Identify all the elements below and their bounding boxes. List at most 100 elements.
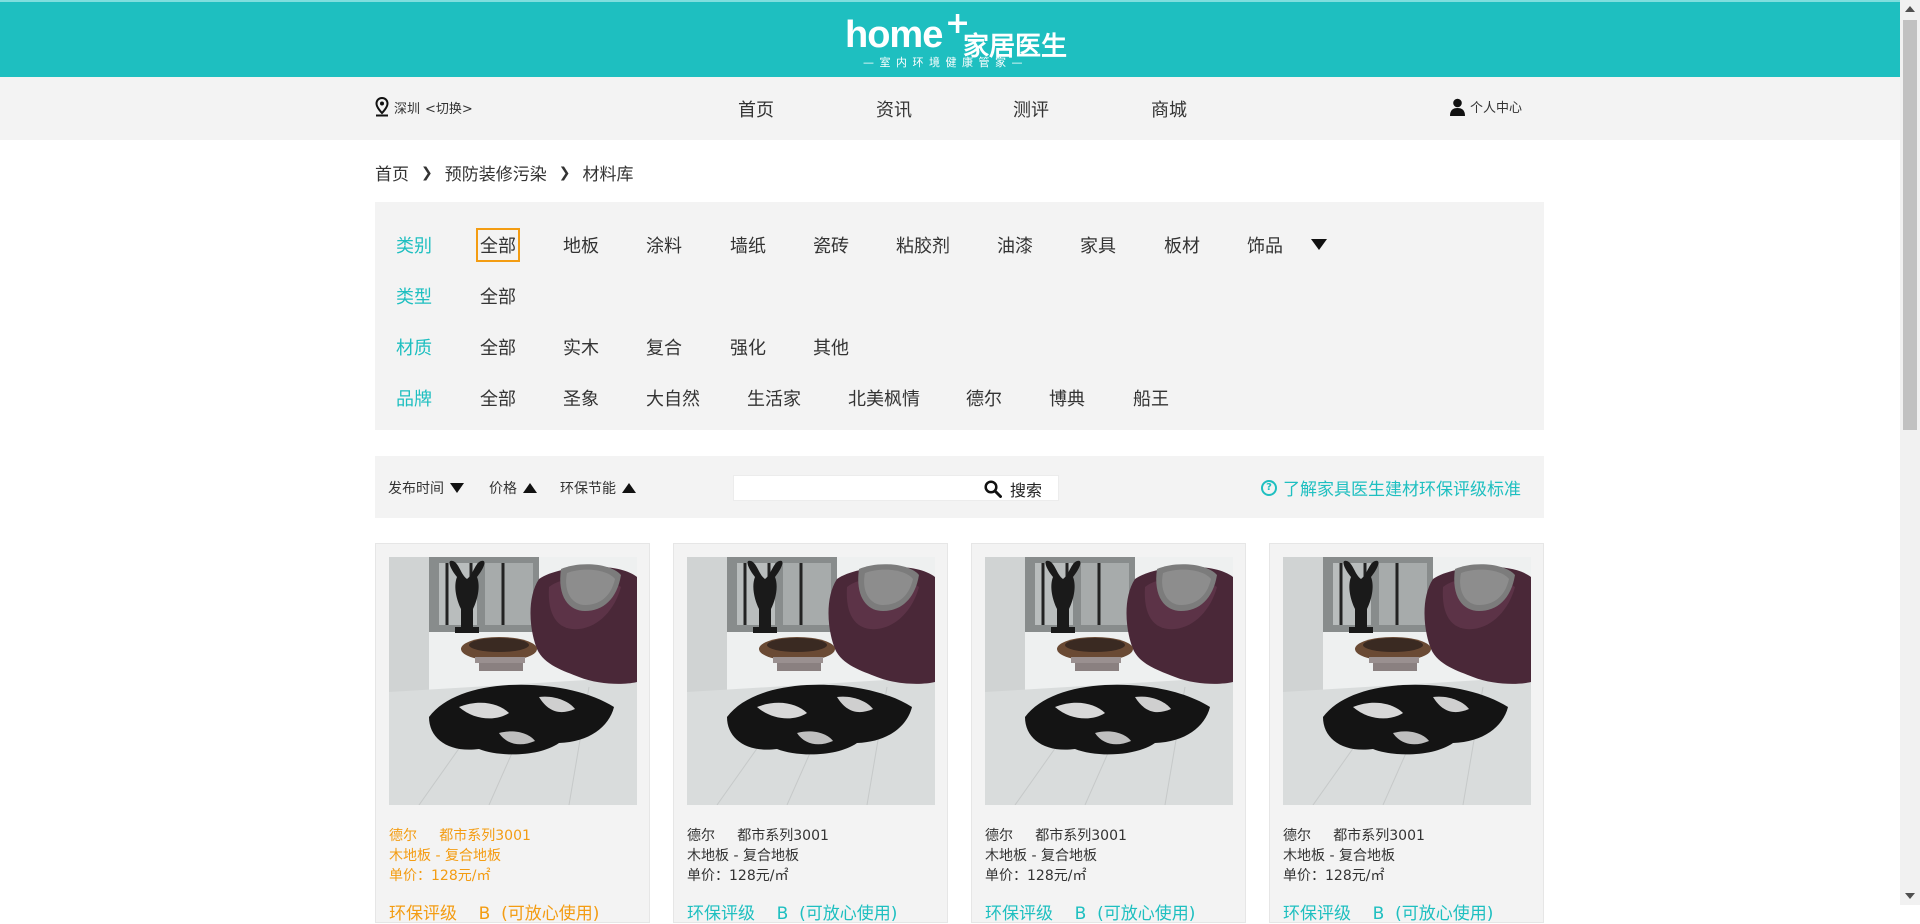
product-series: 都市系列3001 <box>439 828 531 844</box>
material-option-composite[interactable]: 复合 <box>646 334 682 360</box>
brand-option-shengxiang[interactable]: 圣象 <box>563 385 599 411</box>
brand-option-bodian[interactable]: 博典 <box>1049 385 1085 411</box>
product-brand: 德尔 <box>1283 828 1311 844</box>
nav-mall[interactable]: 商城 <box>1151 96 1187 122</box>
product-price: 单价：128元/㎡ <box>1283 868 1385 884</box>
product-image[interactable] <box>687 557 935 805</box>
category-option-flooring[interactable]: 地板 <box>563 232 599 258</box>
material-option-all[interactable]: 全部 <box>480 334 516 360</box>
sort-desc-icon <box>450 483 464 493</box>
product-card[interactable]: 德尔 都市系列3001 木地板 - 复合地板 单价：128元/㎡ 环保评级 B … <box>971 543 1246 924</box>
product-card[interactable]: 德尔 都市系列3001 木地板 - 复合地板 单价：128元/㎡ 环保评级 B … <box>1269 543 1544 924</box>
filter-label-category: 类别 <box>396 236 432 257</box>
search-button[interactable]: 搜索 <box>984 477 1042 501</box>
brand-option-shenghuojia[interactable]: 生活家 <box>747 385 801 411</box>
eco-rating-grade: B <box>478 904 491 924</box>
brand-option-all[interactable]: 全部 <box>480 385 516 411</box>
product-photo <box>389 557 637 805</box>
sort-asc-icon <box>622 483 636 493</box>
category-option-wallpaper[interactable]: 墙纸 <box>730 232 766 258</box>
scrollbar-thumb[interactable] <box>1903 20 1917 430</box>
logo-tagline: — 室 内 环 境 健 康 管 家 — <box>863 56 1024 69</box>
product-photo <box>1283 557 1531 805</box>
nav-reviews[interactable]: 测评 <box>1013 96 1049 122</box>
chevron-right-icon: ❯ <box>558 164 571 181</box>
category-option-adhesive[interactable]: 粘胶剂 <box>896 232 950 258</box>
scroll-down-arrow-icon[interactable] <box>1905 893 1915 899</box>
eco-rating-label: 环保评级 <box>389 904 457 924</box>
product-eco-rating: 环保评级 B (可放心使用) <box>1283 899 1493 924</box>
brand-option-chuanwang[interactable]: 船王 <box>1133 385 1169 411</box>
city-switch-link[interactable]: <切换> <box>425 98 473 117</box>
search-icon <box>984 480 1002 498</box>
product-card[interactable]: 德尔 都市系列3001 木地板 - 复合地板 单价：128元/㎡ 环保评级 B … <box>375 543 650 924</box>
breadcrumb-prevent-pollution[interactable]: 预防装修污染 <box>445 160 547 185</box>
scroll-up-arrow-icon[interactable] <box>1905 6 1915 12</box>
product-image[interactable] <box>389 557 637 805</box>
expand-more-arrow-icon[interactable] <box>1311 239 1327 250</box>
filter-row-category: 类别 全部 地板 涂料 墙纸 瓷砖 粘胶剂 油漆 家具 板材 饰品 <box>375 227 1544 262</box>
filter-row-type: 类型 全部 <box>375 278 1544 308</box>
chevron-right-icon: ❯ <box>421 164 433 181</box>
sort-by-price[interactable]: 价格 <box>489 478 537 498</box>
product-photo <box>985 557 1233 805</box>
product-title[interactable]: 德尔 都市系列3001 <box>389 825 531 845</box>
product-title[interactable]: 德尔 都市系列3001 <box>687 825 829 845</box>
logo-home-text: home <box>845 14 943 56</box>
category-option-lacquer[interactable]: 油漆 <box>997 232 1033 258</box>
category-option-board[interactable]: 板材 <box>1164 232 1200 258</box>
eco-standard-link[interactable]: ? 了解家具医生建材环保评级标准 <box>1261 475 1521 500</box>
sort-by-eco[interactable]: 环保节能 <box>560 478 636 498</box>
user-center-link[interactable]: 个人中心 <box>1450 97 1522 116</box>
product-eco-rating: 环保评级 B (可放心使用) <box>985 899 1195 924</box>
breadcrumb-material-library: 材料库 <box>582 165 634 185</box>
eco-standard-link-label: 了解家具医生建材环保评级标准 <box>1283 480 1521 500</box>
product-image[interactable] <box>985 557 1233 805</box>
material-option-laminate[interactable]: 强化 <box>730 334 766 360</box>
category-option-all[interactable]: 全部 <box>476 228 520 262</box>
material-option-other[interactable]: 其他 <box>813 334 849 360</box>
product-series: 都市系列3001 <box>737 828 829 844</box>
category-option-tile[interactable]: 瓷砖 <box>813 232 849 258</box>
search-input[interactable] <box>734 476 974 500</box>
product-photo <box>687 557 935 805</box>
breadcrumb-home[interactable]: 首页 <box>375 160 409 185</box>
product-title[interactable]: 德尔 都市系列3001 <box>1283 825 1425 845</box>
sort-by-publish-time[interactable]: 发布时间 <box>388 478 464 498</box>
product-card[interactable]: 德尔 都市系列3001 木地板 - 复合地板 单价：128元/㎡ 环保评级 B … <box>673 543 948 924</box>
eco-rating-label: 环保评级 <box>1283 904 1351 924</box>
product-image[interactable] <box>1283 557 1531 805</box>
product-eco-rating: 环保评级 B (可放心使用) <box>389 899 599 924</box>
site-logo[interactable]: home + 家居医生 — 室 内 环 境 健 康 管 家 — <box>845 6 1067 69</box>
sort-publish-time-label: 发布时间 <box>388 481 444 497</box>
vertical-scrollbar[interactable] <box>1900 0 1920 905</box>
product-category: 木地板 - 复合地板 <box>985 848 1097 864</box>
sort-price-label: 价格 <box>489 481 517 497</box>
eco-rating-note: (可放心使用) <box>799 904 898 924</box>
nav-home[interactable]: 首页 <box>738 96 774 122</box>
breadcrumb: 首页 ❯ 预防装修污染 ❯ 材料库 <box>375 160 634 186</box>
category-option-furniture[interactable]: 家具 <box>1080 232 1116 258</box>
material-option-solid-wood[interactable]: 实木 <box>563 334 599 360</box>
product-brand: 德尔 <box>687 828 715 844</box>
brand-option-beimeifengqing[interactable]: 北美枫情 <box>848 385 920 411</box>
question-circle-icon: ? <box>1261 479 1277 496</box>
sort-asc-icon <box>523 483 537 493</box>
category-option-decor[interactable]: 饰品 <box>1247 232 1283 258</box>
nav-news[interactable]: 资讯 <box>876 96 912 122</box>
eco-rating-grade: B <box>1074 904 1087 924</box>
user-icon <box>1450 98 1465 116</box>
user-center-label: 个人中心 <box>1470 101 1523 116</box>
product-brand: 德尔 <box>389 828 417 844</box>
type-option-all[interactable]: 全部 <box>480 283 516 309</box>
filter-label-material: 材质 <box>396 338 432 359</box>
filter-row-material: 材质 全部 实木 复合 强化 其他 <box>375 329 1544 359</box>
location-switcher[interactable]: 深圳 <切换> <box>375 97 473 117</box>
product-title[interactable]: 德尔 都市系列3001 <box>985 825 1127 845</box>
category-option-paint-coating[interactable]: 涂料 <box>646 232 682 258</box>
product-series: 都市系列3001 <box>1333 828 1425 844</box>
brand-option-daziran[interactable]: 大自然 <box>646 385 700 411</box>
brand-option-der[interactable]: 德尔 <box>966 385 1002 411</box>
filter-row-brand: 品牌 全部 圣象 大自然 生活家 北美枫情 德尔 博典 船王 <box>375 380 1544 410</box>
search-button-label: 搜索 <box>1010 481 1043 500</box>
